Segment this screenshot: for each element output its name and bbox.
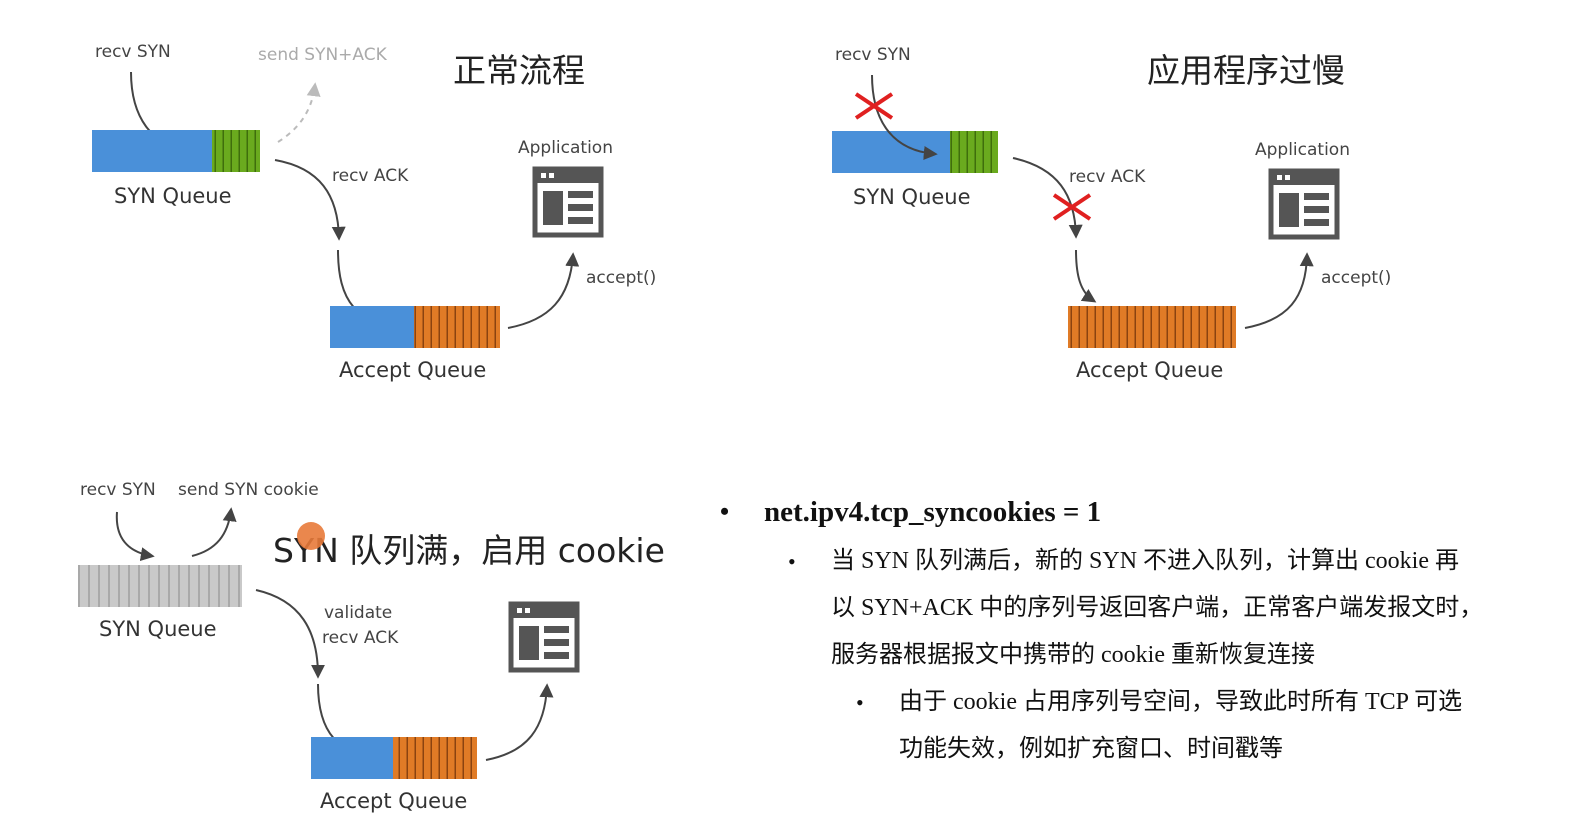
panel-normal: recv SYN send SYN+ACK 正常流程 SYN Queue rec…: [92, 42, 656, 382]
bullet-icon: •: [720, 497, 730, 526]
syn-queue-label: SYN Queue: [114, 184, 232, 208]
send-syn-ack-arrow: [277, 82, 321, 143]
accept-queue-filled-slots: [393, 737, 477, 779]
accept-call-label: accept(): [1321, 268, 1391, 288]
accept-queue-filled-slots: [414, 306, 500, 348]
bullet-icon: •: [856, 690, 864, 715]
accept-queue-label: Accept Queue: [339, 358, 486, 382]
send-syn-ack-label: send SYN+ACK: [258, 45, 388, 65]
application-window-icon: [1271, 171, 1337, 237]
accept-queue-empty-slots: [311, 737, 393, 779]
panel-title-cookie: SYN 队列满，启用 cookie: [273, 531, 665, 570]
panel-title-normal: 正常流程: [453, 51, 585, 90]
application-window-icon: [535, 169, 601, 235]
validate-label: validate: [324, 603, 392, 623]
validate-arrow: [255, 589, 325, 679]
notes-explanation-item: • 当 SYN 队列满后，新的 SYN 不进入队列，计算出 cookie 再 以…: [718, 538, 1558, 679]
panel-slow-app: recv SYN 应用程序过慢 SYN Queue recv ACK Accep…: [832, 45, 1391, 382]
recv-ack-label: recv ACK: [332, 166, 409, 186]
syn-queue-label: SYN Queue: [853, 185, 971, 209]
recv-ack-label: recv ACK: [322, 628, 399, 648]
syn-queue-filled-slots: [950, 131, 998, 173]
panel-cookie: recv SYN send SYN cookie SYN Queue SYN 队…: [78, 480, 665, 813]
recv-ack-label: recv ACK: [1069, 167, 1146, 187]
notes-setting-item: • net.ipv4.tcp_syncookies = 1: [718, 492, 1558, 532]
pointer-highlight: [297, 522, 325, 550]
sub-line-1: 由于 cookie 占用序列号空间，导致此时所有 TCP 可选: [899, 689, 1463, 715]
recv-syn-label: recv SYN: [835, 45, 911, 65]
accept-arrow: [485, 683, 554, 761]
application-label: Application: [1255, 140, 1350, 160]
explanation-line-2: 以 SYN+ACK 中的序列号返回客户端，正常客户端发报文时，: [831, 595, 1484, 621]
accept-queue-empty-slots: [330, 306, 414, 348]
recv-syn-label: recv SYN: [80, 480, 156, 500]
recv-ack-arrow: [274, 159, 346, 241]
bullet-icon: •: [788, 549, 796, 574]
cross-icon: [1052, 193, 1092, 221]
syn-queue-empty-slots: [832, 131, 950, 173]
syn-queue-label: SYN Queue: [99, 617, 217, 641]
enqueue-arrow: [1075, 249, 1097, 303]
send-syn-cookie-label: send SYN cookie: [178, 480, 319, 500]
accept-queue-label: Accept Queue: [320, 789, 467, 813]
recv-syn-arrow: [115, 511, 155, 562]
sub-line-2: 功能失效，例如扩充窗口、时间戳等: [899, 736, 1283, 762]
explanation-line-3: 服务器根据报文中携带的 cookie 重新恢复连接: [831, 642, 1315, 668]
accept-queue-label: Accept Queue: [1076, 358, 1223, 382]
syn-queue-empty-slots: [92, 130, 212, 172]
setting-text: net.ipv4.tcp_syncookies = 1: [764, 496, 1102, 528]
syn-queue-full: [78, 565, 242, 607]
accept-arrow: [1244, 252, 1314, 329]
explanation-line-1: 当 SYN 队列满后，新的 SYN 不进入队列，计算出 cookie 再: [831, 548, 1459, 574]
syncookies-notes: • net.ipv4.tcp_syncookies = 1 • 当 SYN 队列…: [718, 492, 1558, 773]
panel-title-slow-app: 应用程序过慢: [1147, 51, 1345, 90]
application-label: Application: [518, 138, 613, 158]
recv-syn-label: recv SYN: [95, 42, 171, 62]
accept-arrow: [507, 252, 580, 329]
send-syn-cookie-arrow: [191, 507, 237, 557]
notes-sub-item: • 由于 cookie 占用序列号空间，导致此时所有 TCP 可选 功能失效，例…: [718, 679, 1558, 773]
application-window-icon: [511, 604, 577, 670]
syn-queue-filled-slots: [212, 130, 260, 172]
recv-ack-arrow: [1012, 157, 1083, 239]
accept-call-label: accept(): [586, 268, 656, 288]
accept-queue-full: [1068, 306, 1236, 348]
